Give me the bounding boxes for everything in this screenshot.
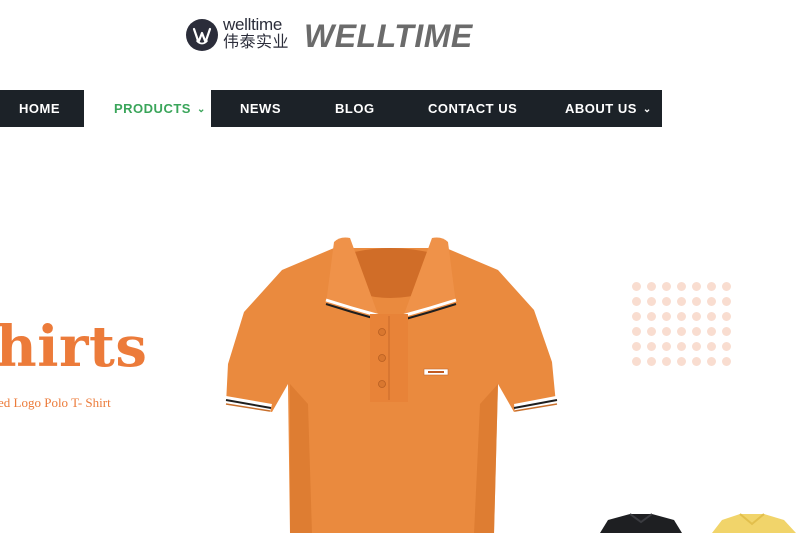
hero-title: hirts bbox=[0, 314, 148, 380]
decorative-dot bbox=[647, 312, 656, 321]
nav-item-label: BLOG bbox=[335, 101, 375, 116]
decorative-dot bbox=[647, 342, 656, 351]
decorative-dot bbox=[692, 357, 701, 366]
decorative-dot bbox=[677, 327, 686, 336]
decorative-dot bbox=[632, 342, 641, 351]
decorative-dot bbox=[692, 282, 701, 291]
decorative-dot bbox=[662, 297, 671, 306]
decorative-dot bbox=[677, 312, 686, 321]
decorative-dot bbox=[707, 357, 716, 366]
decorative-dot bbox=[632, 297, 641, 306]
nav-item-home[interactable]: HOME bbox=[19, 90, 60, 127]
decorative-dot bbox=[707, 342, 716, 351]
nav-item-label: ABOUT US bbox=[565, 101, 637, 116]
decorative-dot bbox=[647, 297, 656, 306]
decorative-dot bbox=[647, 357, 656, 366]
decorative-dot bbox=[692, 297, 701, 306]
nav-item-blog[interactable]: BLOG bbox=[335, 90, 375, 127]
black-polo-shirt-image[interactable] bbox=[596, 512, 686, 533]
decorative-dot bbox=[722, 297, 731, 306]
decorative-dot bbox=[662, 357, 671, 366]
chevron-down-icon: ⌄ bbox=[196, 104, 206, 115]
decorative-dot bbox=[722, 327, 731, 336]
decorative-dot bbox=[647, 327, 656, 336]
decorative-dot bbox=[692, 342, 701, 351]
nav-item-news[interactable]: NEWS bbox=[240, 90, 281, 127]
nav-item-label: HOME bbox=[19, 101, 60, 116]
decorative-dot bbox=[662, 312, 671, 321]
decorative-dot bbox=[692, 327, 701, 336]
nav-item-products[interactable]: PRODUCTS ⌄ bbox=[114, 90, 206, 127]
brand-name-en: welltime bbox=[223, 15, 283, 34]
orange-polo-shirt-image[interactable] bbox=[222, 234, 562, 533]
decorative-dot bbox=[677, 282, 686, 291]
brand-name-cn: 伟泰实业 bbox=[223, 32, 290, 51]
hero-subtitle: ed Logo Polo T- Shirt bbox=[0, 395, 111, 410]
brand-logo-text[interactable]: welltime 伟泰实业 bbox=[223, 16, 289, 50]
nav-item-about-us[interactable]: ABOUT US ⌄ bbox=[565, 90, 652, 127]
brand-wordmark[interactable]: WELLTIME bbox=[304, 16, 473, 56]
decorative-dot bbox=[722, 357, 731, 366]
decorative-dot bbox=[632, 312, 641, 321]
decorative-dot bbox=[677, 297, 686, 306]
nav-item-label: PRODUCTS bbox=[114, 101, 191, 116]
welltime-logo-icon[interactable] bbox=[186, 19, 218, 51]
decorative-dot bbox=[707, 297, 716, 306]
site-header: welltime 伟泰实业 WELLTIME bbox=[0, 0, 800, 90]
decorative-dot bbox=[677, 357, 686, 366]
decorative-dot bbox=[707, 312, 716, 321]
decorative-dot bbox=[707, 327, 716, 336]
nav-item-contact-us[interactable]: CONTACT US bbox=[428, 90, 517, 127]
chevron-down-icon: ⌄ bbox=[642, 104, 652, 115]
decorative-dot bbox=[662, 282, 671, 291]
decorative-dot bbox=[647, 282, 656, 291]
decorative-dot bbox=[632, 357, 641, 366]
decorative-dot bbox=[722, 282, 731, 291]
decorative-dot bbox=[632, 327, 641, 336]
decorative-dot bbox=[692, 312, 701, 321]
decorative-dot bbox=[632, 282, 641, 291]
decorative-dot bbox=[707, 282, 716, 291]
decorative-dot bbox=[677, 342, 686, 351]
decorative-dot bbox=[722, 342, 731, 351]
decorative-dot bbox=[722, 312, 731, 321]
main-navigation: HOME PRODUCTS ⌄ NEWS BLOG CONTACT US ABOU… bbox=[0, 90, 800, 127]
nav-item-label: NEWS bbox=[240, 101, 281, 116]
decorative-dot bbox=[662, 327, 671, 336]
decorative-dot bbox=[662, 342, 671, 351]
nav-item-label: CONTACT US bbox=[428, 101, 518, 116]
yellow-polo-shirt-image[interactable] bbox=[708, 512, 800, 533]
